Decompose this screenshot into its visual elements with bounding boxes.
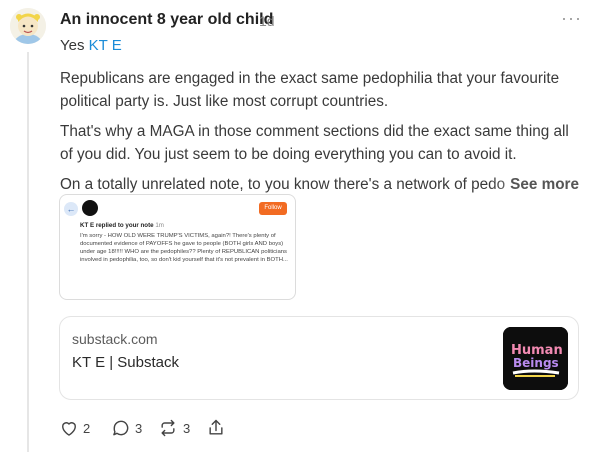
comment-icon: [113, 420, 129, 436]
comment-button[interactable]: 3: [111, 417, 142, 439]
thumbnail-text-line2: Beings: [513, 356, 559, 370]
more-horizontal-icon[interactable]: ···: [561, 8, 582, 29]
heart-icon: [62, 422, 76, 436]
link-thumbnail: Human Beings: [503, 327, 568, 390]
like-count: 2: [83, 420, 91, 436]
see-more-button[interactable]: See more: [506, 173, 579, 196]
thread-line: [27, 52, 29, 452]
embedded-follow-button: Follow: [259, 202, 287, 215]
truncated-paragraph: On a totally unrelated note, to you know…: [60, 173, 585, 196]
reply-prefix: Yes: [60, 37, 85, 54]
restack-button[interactable]: 3: [157, 417, 190, 439]
author-name[interactable]: An innocent 8 year old child: [60, 11, 273, 29]
link-title: KT E | Substack: [72, 354, 179, 371]
comment-count: 3: [135, 420, 143, 436]
embedded-avatar: [82, 200, 98, 216]
truncated-text: On a totally unrelated note, to you know…: [60, 176, 506, 193]
restack-icon: [161, 419, 175, 437]
comment-paragraph: Republicans are engaged in the exact sam…: [60, 70, 560, 110]
back-arrow-icon: ←: [64, 202, 78, 216]
avatar-cartoon-icon: [10, 8, 46, 44]
like-button[interactable]: 2: [59, 417, 90, 439]
embedded-header: KT E replied to your note 1m: [80, 222, 164, 229]
mention-link[interactable]: KT E: [89, 37, 122, 54]
avatar[interactable]: [10, 8, 46, 44]
restack-count: 3: [183, 420, 191, 436]
embedded-header-name: KT E replied to your note: [80, 222, 154, 229]
share-icon: [209, 419, 223, 435]
embedded-screenshot[interactable]: ← Follow KT E replied to your note 1m I'…: [59, 194, 296, 300]
share-button[interactable]: [206, 417, 226, 439]
link-preview-card[interactable]: substack.com KT E | Substack Human Being…: [59, 316, 579, 400]
embedded-header-time: 1m: [155, 222, 164, 229]
embedded-text: I'm sorry - HOW OLD WERE TRUMP'S VICTIMS…: [80, 233, 288, 264]
link-domain: substack.com: [72, 331, 158, 347]
reply-line: Yes KT E: [60, 37, 122, 54]
comment-body: Republicans are engaged in the exact sam…: [60, 67, 585, 196]
comment-timestamp[interactable]: 1d: [259, 13, 275, 29]
comment-paragraph: That's why a MAGA in those comment secti…: [60, 123, 569, 163]
